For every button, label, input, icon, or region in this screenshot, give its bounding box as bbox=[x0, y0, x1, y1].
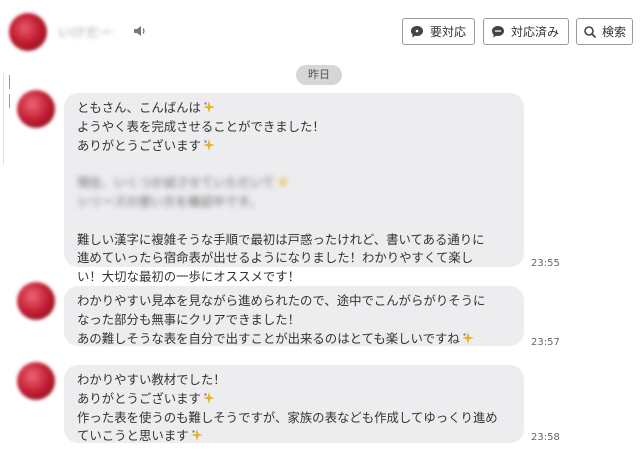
message-line: ありがとうございます bbox=[77, 390, 511, 409]
sparkle-icon bbox=[202, 101, 215, 113]
sparkle-icon bbox=[276, 176, 289, 189]
message-bubble: わかりやすい見本を見ながら進められたので、途中でこんがらがりそうに なった部分も… bbox=[64, 286, 524, 346]
chat-bubble-tag-icon bbox=[411, 25, 423, 37]
message-line: 進めていったら宿命表が出せるようになりました！わかりやすくて楽し bbox=[77, 250, 474, 266]
needs-response-label: 要対応 bbox=[430, 25, 467, 39]
search-button[interactable]: 検索 bbox=[576, 18, 633, 45]
message-line: 難しい漢字に複雑そうな手順で最初は戸惑ったけれど、書いてある通りに bbox=[77, 231, 485, 247]
contact-avatar[interactable] bbox=[9, 13, 47, 51]
chat-header: いけだー 要対応 対応済み 検索 bbox=[0, 0, 640, 62]
message-bubble: ともさん、こんばんは ようやく表を完成させることができました！ ありがとうござい… bbox=[64, 93, 524, 284]
sparkle-icon bbox=[461, 331, 474, 344]
speaker-icon[interactable] bbox=[132, 23, 148, 39]
blurred-message-line: 現在、いくつか試させていただいて bbox=[77, 174, 511, 193]
message-line: ありがとうございます bbox=[77, 137, 511, 156]
message-line: ともさん、こんばんは bbox=[77, 99, 511, 118]
message-line: ていこうと思います bbox=[77, 427, 511, 446]
scroll-edge-divider bbox=[3, 73, 4, 165]
search-icon bbox=[584, 25, 597, 38]
responded-label: 対応済み bbox=[511, 25, 560, 39]
message-line: なった部分も無事にクリアできました！ bbox=[77, 311, 301, 327]
message-timestamp: 23:55 bbox=[531, 258, 560, 269]
date-divider: 昨日 bbox=[296, 65, 342, 85]
sparkle-icon bbox=[190, 429, 203, 442]
message-line: わかりやすい見本を見ながら進められたので、途中でこんがらがりそうに bbox=[77, 293, 486, 308]
message-avatar[interactable] bbox=[17, 90, 55, 128]
message-line: ようやく表を完成させることができました！ bbox=[77, 118, 325, 134]
message-avatar[interactable] bbox=[17, 282, 55, 320]
message-line: 作った表を使うのも難しそうですが、家族の表なども作成してゆっくり進め bbox=[77, 409, 498, 425]
message-timestamp: 23:57 bbox=[531, 337, 560, 348]
needs-response-button[interactable]: 要対応 bbox=[402, 18, 475, 45]
blurred-message-line: シリーズの使い方を確認中です。 bbox=[77, 193, 261, 209]
resize-handle[interactable] bbox=[9, 74, 14, 108]
search-label: 検索 bbox=[602, 25, 627, 39]
contact-name: いけだー bbox=[58, 26, 115, 41]
responded-button[interactable]: 対応済み bbox=[483, 18, 569, 45]
message-line: あの難しそうな表を自分で出すことが出来るのはとても楽しいですね bbox=[77, 330, 511, 349]
message-avatar[interactable] bbox=[17, 362, 55, 400]
chat-bubble-icon bbox=[492, 25, 504, 37]
message-bubble: わかりやすい教材でした！ ありがとうございます 作った表を使うのも難しそうですが… bbox=[64, 365, 524, 443]
message-timestamp: 23:58 bbox=[531, 432, 560, 443]
message-line: い！大切な最初の一歩にオススメです！ bbox=[77, 269, 301, 285]
sparkle-icon bbox=[202, 391, 215, 404]
sparkle-icon bbox=[202, 138, 215, 151]
message-line: わかりやすい教材でした！ bbox=[77, 372, 226, 387]
